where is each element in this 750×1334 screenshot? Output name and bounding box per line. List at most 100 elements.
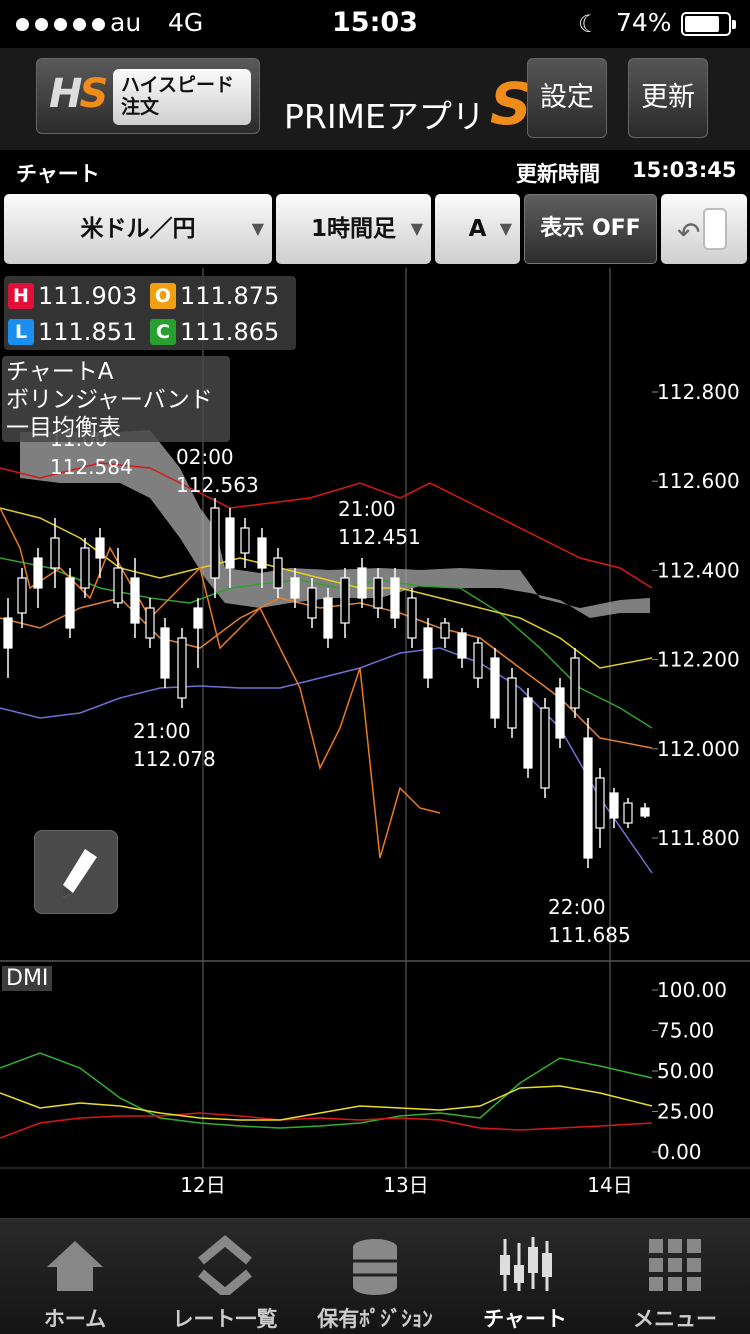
candle-body: [323, 597, 333, 639]
settings-button[interactable]: 設定: [527, 58, 607, 138]
rotate-arrow-icon: ↶: [677, 216, 701, 249]
tab-chart[interactable]: チャート: [450, 1219, 600, 1334]
page-title: チャート: [16, 162, 100, 186]
tab-bar: ホーム レート一覧 保有ﾎﾟｼﾞｼｮﾝ チャート メニュー: [0, 1218, 750, 1334]
battery-icon: [681, 12, 736, 36]
candle-body: [457, 632, 467, 659]
date-axis-label: 14日: [587, 1173, 632, 1197]
tab-menu[interactable]: メニュー: [600, 1219, 750, 1334]
candle-body: [340, 577, 350, 624]
candle-body: [490, 657, 500, 719]
candle-body: [240, 527, 250, 554]
annotation-time: 02:00: [176, 445, 234, 469]
open-badge: O: [150, 283, 176, 309]
dmi-axis-label: 75.00: [657, 1019, 714, 1043]
candle-body: [570, 657, 580, 709]
chart-controls: 米ドル／円 ▼ 1時間足 ▼ A ▼ 表示 OFF ↶: [0, 192, 750, 266]
timeframe-select[interactable]: 1時間足 ▼: [276, 194, 431, 264]
dmi-axis-label: 0.00: [657, 1140, 702, 1164]
updated-time: 15:03:45: [632, 158, 737, 182]
price-axis-label: 112.600: [657, 469, 740, 493]
annotation-time: 21:00: [133, 719, 191, 743]
tab-positions[interactable]: 保有ﾎﾟｼﾞｼｮﾝ: [300, 1219, 450, 1334]
dmi-axis-label: 100.00: [657, 978, 727, 1002]
chart-slot-select[interactable]: A ▼: [435, 194, 520, 264]
candle-body: [583, 737, 593, 859]
annotation-price: 111.685: [548, 923, 631, 947]
dmi-axis-label: 50.00: [657, 1059, 714, 1083]
indicator-item: チャートA: [6, 359, 114, 385]
candle-body: [257, 537, 267, 569]
candle-body: [307, 587, 317, 619]
drawing-tool-button[interactable]: [34, 830, 118, 914]
dropdown-arrow-icon: ▼: [410, 219, 423, 238]
candle-body: [193, 607, 203, 629]
candle-body: [113, 567, 123, 604]
candle-body: [609, 792, 619, 819]
high-speed-order-button[interactable]: HS ハイスピード 注文: [36, 58, 260, 134]
dropdown-arrow-icon: ▼: [499, 219, 512, 238]
annotation-time: 22:00: [548, 895, 606, 919]
open-value: 111.875: [180, 282, 280, 310]
indicator-item: 一目均衡表: [6, 415, 121, 441]
tab-home[interactable]: ホーム: [0, 1219, 150, 1334]
candle-body: [523, 697, 533, 769]
candle-body: [390, 577, 400, 619]
candle-body: [473, 642, 483, 679]
dropdown-arrow-icon: ▼: [251, 219, 264, 238]
annotation-price: 112.451: [338, 525, 421, 549]
candle-body: [640, 807, 650, 817]
pencil-icon: [63, 849, 97, 897]
candle-body: [50, 537, 60, 569]
rate-list-icon: [198, 1235, 252, 1295]
info-row: チャート 更新時間 15:03:45: [0, 150, 750, 192]
price-axis-label: 112.200: [657, 648, 740, 672]
price-axis-label: 112.800: [657, 380, 740, 404]
candle-body: [65, 577, 75, 629]
status-bar: au 4G 15:03 ☾ 74%: [0, 0, 750, 48]
price-chart[interactable]: 112.800 112.600 112.400 112.200 112.000 111.8…: [0, 268, 750, 1218]
annotation-time: 21:00: [338, 497, 396, 521]
dmi-axis-label: 25.00: [657, 1100, 714, 1124]
positions-icon: [353, 1239, 397, 1295]
candle-body: [540, 707, 550, 789]
candle-body: [507, 677, 517, 729]
candle-body: [290, 577, 300, 599]
candle-body: [145, 607, 155, 639]
price-axis-label: 112.400: [657, 558, 740, 582]
display-toggle-button[interactable]: 表示 OFF: [524, 194, 657, 264]
date-axis-label: 12日: [180, 1173, 225, 1197]
candle-body: [273, 557, 283, 589]
app-title: PRIMEアプリ: [284, 97, 485, 136]
chart-icon: [500, 1237, 552, 1291]
indicator-list[interactable]: チャートA ボリンジャーバンド 一目均衡表: [2, 356, 230, 442]
high-badge: H: [8, 283, 34, 309]
menu-grid-icon: [649, 1239, 701, 1291]
do-not-disturb-icon: ☾: [578, 10, 600, 38]
candle-body: [357, 567, 367, 599]
ohlc-panel: H 111.903 O 111.875 L 111.851 C 111.865: [4, 276, 296, 350]
candle-body: [17, 577, 27, 614]
candle-body: [130, 577, 140, 624]
ohlc-open: O 111.875: [150, 282, 279, 310]
hs-logo-icon: HS: [49, 71, 108, 117]
candle-body: [555, 687, 565, 739]
candle-body: [623, 802, 633, 824]
ohlc-low: L 111.851: [8, 318, 137, 346]
phone-icon: [703, 208, 727, 250]
rotate-screen-button[interactable]: ↶: [661, 194, 747, 264]
candle-body: [595, 777, 605, 829]
price-axis-label: 112.000: [657, 737, 740, 761]
dmi-label: DMI: [2, 966, 53, 991]
battery-percent: 74%: [616, 8, 672, 37]
date-axis-label: 13日: [383, 1173, 428, 1197]
currency-pair-select[interactable]: 米ドル／円 ▼: [4, 194, 272, 264]
candle-body: [225, 517, 235, 569]
tab-rate-list[interactable]: レート一覧: [150, 1219, 300, 1334]
refresh-button[interactable]: 更新: [628, 58, 708, 138]
home-icon: [47, 1241, 103, 1291]
candle-body: [80, 547, 90, 589]
high-value: 111.903: [38, 282, 138, 310]
close-value: 111.865: [180, 318, 280, 346]
ohlc-close: C 111.865: [150, 318, 279, 346]
